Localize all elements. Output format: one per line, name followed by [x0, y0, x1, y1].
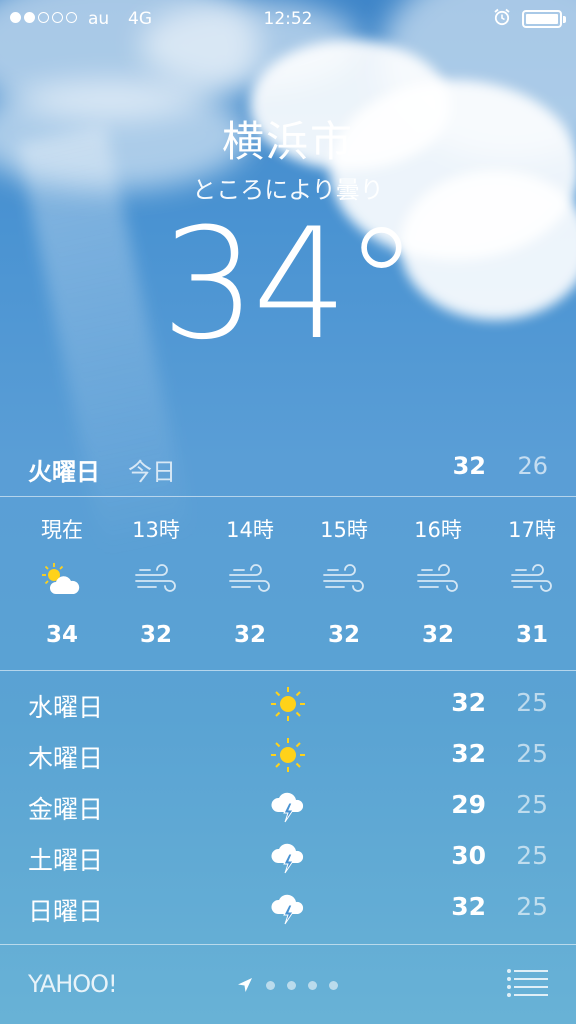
daily-low: 25 [516, 688, 548, 717]
wind-icon [508, 560, 556, 600]
daily-high: 30 [451, 841, 486, 870]
hourly-temp: 32 [139, 622, 172, 648]
partly-cloudy-sun-icon [38, 560, 86, 600]
daily-day-name: 木曜日 [28, 744, 104, 773]
divider [0, 496, 576, 497]
hourly-temp: 32 [327, 622, 360, 648]
daily-high: 32 [451, 892, 486, 921]
thunderstorm-icon [266, 786, 310, 826]
page-indicator[interactable] [236, 976, 338, 994]
location-arrow-icon [238, 978, 252, 992]
daily-high: 32 [451, 739, 486, 768]
today-day-name: 火曜日 [28, 458, 100, 486]
today-low: 26 [517, 452, 548, 480]
daily-row: 木曜日 32 25 [0, 731, 576, 782]
wind-icon [226, 560, 274, 600]
daily-row: 日曜日 32 25 [0, 884, 576, 935]
footer: YAHOO! [0, 946, 576, 1024]
hourly-temp: 32 [233, 622, 266, 648]
wind-icon [414, 560, 462, 600]
daily-day-name: 土曜日 [28, 846, 104, 875]
page-dot[interactable] [329, 980, 338, 990]
current-temperature: 34° [161, 196, 419, 374]
wind-icon [132, 560, 180, 600]
daily-low: 25 [516, 739, 548, 768]
hourly-forecast[interactable]: 現在 34 13時 32 14時 32 15時 32 16時 32 17時 31 [0, 500, 576, 670]
divider [0, 944, 576, 945]
hourly-time: 15時 [320, 518, 368, 542]
daily-low: 25 [516, 892, 548, 921]
alarm-clock-icon [494, 8, 510, 26]
sun-icon [266, 735, 310, 775]
today-high: 32 [452, 452, 486, 480]
daily-forecast: 水曜日 32 25 木曜日 32 25 金曜日 29 25 土曜日 30 25 日曜日 32 25 [0, 680, 576, 935]
hourly-time: 現在 [41, 518, 83, 542]
hourly-time: 13時 [132, 518, 180, 542]
daily-day-name: 日曜日 [28, 897, 104, 926]
hourly-temp: 31 [515, 622, 548, 648]
wind-icon [320, 560, 368, 600]
page-dot[interactable] [266, 980, 275, 990]
thunderstorm-icon [266, 888, 310, 928]
thunderstorm-icon [266, 837, 310, 877]
status-time: 12:52 [263, 9, 313, 29]
daily-high: 32 [451, 688, 486, 717]
daily-low: 25 [516, 790, 548, 819]
yahoo-logo-link[interactable]: YAHOO! [28, 970, 118, 998]
status-bar: au 4G 12:52 [0, 0, 576, 40]
daily-row: 水曜日 32 25 [0, 680, 576, 731]
page-dot[interactable] [287, 980, 296, 990]
daily-high: 29 [451, 790, 486, 819]
page-dot[interactable] [308, 980, 317, 990]
hourly-time: 14時 [226, 518, 274, 542]
today-summary: 火曜日 今日 32 26 [0, 440, 576, 490]
hourly-time: 16時 [414, 518, 462, 542]
hourly-temp: 32 [421, 622, 454, 648]
city-list-icon[interactable] [506, 968, 548, 998]
today-label: 今日 [128, 458, 176, 486]
hourly-temp: 34 [45, 622, 78, 648]
daily-day-name: 水曜日 [28, 693, 104, 722]
hourly-time: 17時 [508, 518, 556, 542]
daily-day-name: 金曜日 [28, 795, 104, 824]
daily-row: 土曜日 30 25 [0, 833, 576, 884]
divider [0, 670, 576, 671]
daily-row: 金曜日 29 25 [0, 782, 576, 833]
sun-icon [266, 684, 310, 724]
battery-icon [522, 10, 566, 28]
city-name: 横浜市 [221, 117, 354, 166]
daily-low: 25 [516, 841, 548, 870]
